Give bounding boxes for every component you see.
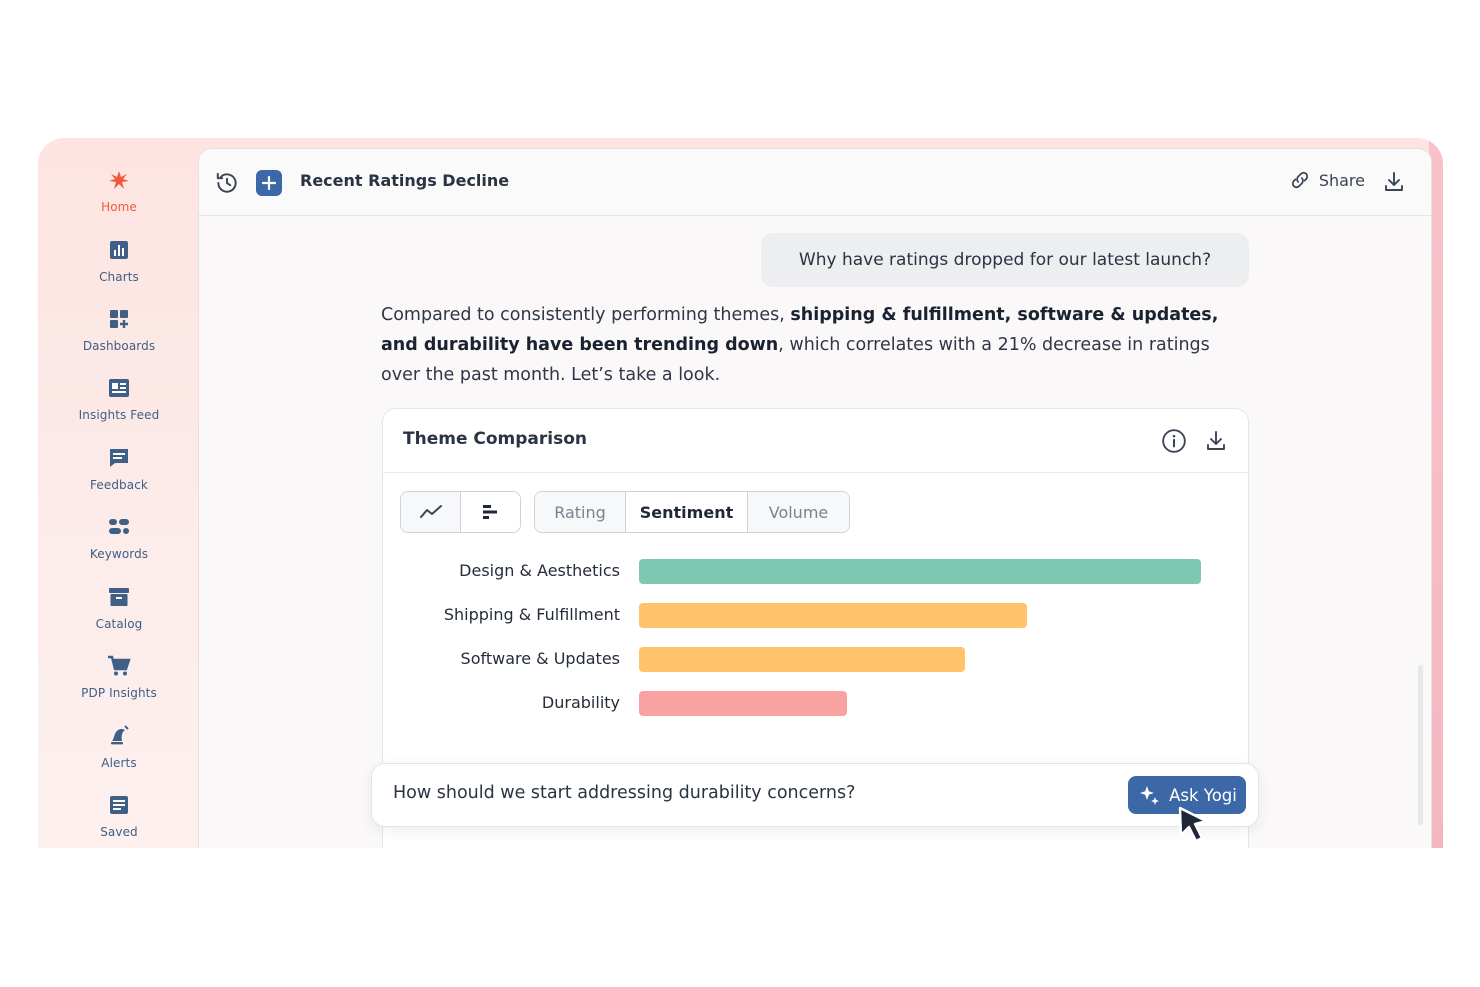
user-message-bubble: Why have ratings dropped for our latest … — [761, 233, 1249, 287]
topbar: Recent Ratings Decline Share — [199, 149, 1431, 216]
bar-label: Design & Aesthetics — [459, 561, 620, 580]
sidebar-item-pdp-insights[interactable]: PDP Insights — [38, 654, 200, 714]
sidebar-item-alerts[interactable]: Alerts — [38, 724, 200, 784]
bar[interactable] — [639, 603, 1027, 628]
keywords-icon — [109, 519, 129, 534]
chat-bubble-icon — [110, 449, 128, 467]
share-label: Share — [1318, 170, 1365, 190]
bar-chart-icon — [110, 241, 128, 259]
bar-chart-button[interactable] — [461, 492, 520, 532]
sidebar-item-label: Keywords — [89, 547, 149, 561]
sidebar-item-insights-feed[interactable]: Insights Feed — [38, 376, 200, 436]
sidebar-item-label: PDP Insights — [81, 686, 157, 700]
sidebar-item-label: Saved — [100, 825, 138, 839]
plus-icon — [262, 176, 276, 190]
card-download-button[interactable] — [1202, 427, 1230, 455]
alert-bell-icon — [111, 725, 129, 745]
sidebar-item-charts[interactable]: Charts — [38, 238, 200, 298]
bar-label: Software & Updates — [460, 649, 620, 668]
sidebar-item-label: Charts — [99, 270, 139, 284]
scrollbar-track[interactable] — [1418, 665, 1423, 825]
horizontal-bars-icon — [482, 505, 497, 519]
ask-yogi-label: Ask Yogi — [1169, 785, 1237, 805]
main-panel: Recent Ratings Decline Share Why have ra… — [198, 148, 1432, 848]
sidebar-item-feedback[interactable]: Feedback — [38, 446, 200, 506]
sparkle-icon — [1140, 786, 1159, 805]
sidebar-item-label: Feedback — [90, 478, 148, 492]
bar-label: Durability — [541, 693, 620, 712]
page-title: Recent Ratings Decline — [300, 171, 510, 190]
tab-rating[interactable]: Rating — [535, 492, 626, 532]
line-chart-button[interactable] — [401, 492, 461, 532]
history-button[interactable] — [213, 169, 241, 197]
bar-label: Shipping & Fulfillment — [443, 605, 620, 624]
link-icon — [1291, 171, 1308, 189]
chart-type-toggle — [400, 491, 521, 533]
sidebar-item-keywords[interactable]: Keywords — [38, 515, 200, 575]
metric-tabs: Rating Sentiment Volume — [534, 491, 850, 533]
sidebar: Home Charts Dashboards Insights Feed Fee… — [38, 138, 200, 848]
sidebar-item-saved[interactable]: Saved — [38, 793, 200, 848]
history-clock-icon — [216, 172, 237, 193]
tab-sentiment[interactable]: Sentiment — [626, 492, 748, 532]
info-button[interactable] — [1160, 427, 1188, 455]
bar[interactable] — [639, 559, 1201, 584]
sidebar-item-dashboards[interactable]: Dashboards — [38, 307, 200, 367]
bar[interactable] — [639, 647, 965, 672]
card-header: Theme Comparison — [383, 409, 1248, 473]
newspaper-icon — [109, 379, 129, 397]
sidebar-item-label: Insights Feed — [78, 408, 160, 422]
assistant-answer: Compared to consistently performing them… — [381, 300, 1241, 390]
theme-bar-chart: Design & Aesthetics Shipping & Fulfillmen… — [383, 559, 1248, 739]
info-icon — [1162, 429, 1186, 453]
dashboard-grid-icon — [110, 310, 128, 328]
new-chat-button[interactable] — [256, 170, 282, 196]
sidebar-item-label: Dashboards — [82, 339, 156, 353]
download-button[interactable] — [1381, 169, 1407, 195]
download-icon — [1385, 172, 1403, 191]
sidebar-item-label: Catalog — [95, 617, 143, 631]
shopping-cart-icon — [108, 655, 131, 676]
logo-burst-icon — [109, 171, 129, 189]
ask-input-box[interactable]: How should we start addressing durabilit… — [371, 763, 1259, 827]
ask-input-text[interactable]: How should we start addressing durabilit… — [393, 783, 855, 803]
sidebar-item-catalog[interactable]: Catalog — [38, 585, 200, 645]
user-message-text: Why have ratings dropped for our latest … — [798, 250, 1212, 270]
mouse-cursor-icon — [1178, 806, 1208, 843]
sidebar-item-home[interactable]: Home — [38, 168, 200, 228]
answer-intro: Compared to consistently performing them… — [381, 305, 791, 325]
archive-box-icon — [109, 588, 129, 606]
card-title: Theme Comparison — [403, 429, 588, 449]
tab-volume[interactable]: Volume — [748, 492, 849, 532]
share-button[interactable]: Share — [1289, 169, 1365, 191]
saved-note-icon — [110, 796, 128, 814]
sidebar-item-label: Alerts — [101, 756, 137, 770]
sidebar-item-label: Home — [101, 200, 137, 214]
download-icon — [1207, 431, 1225, 450]
trend-line-icon — [419, 505, 442, 518]
bar[interactable] — [639, 691, 847, 716]
